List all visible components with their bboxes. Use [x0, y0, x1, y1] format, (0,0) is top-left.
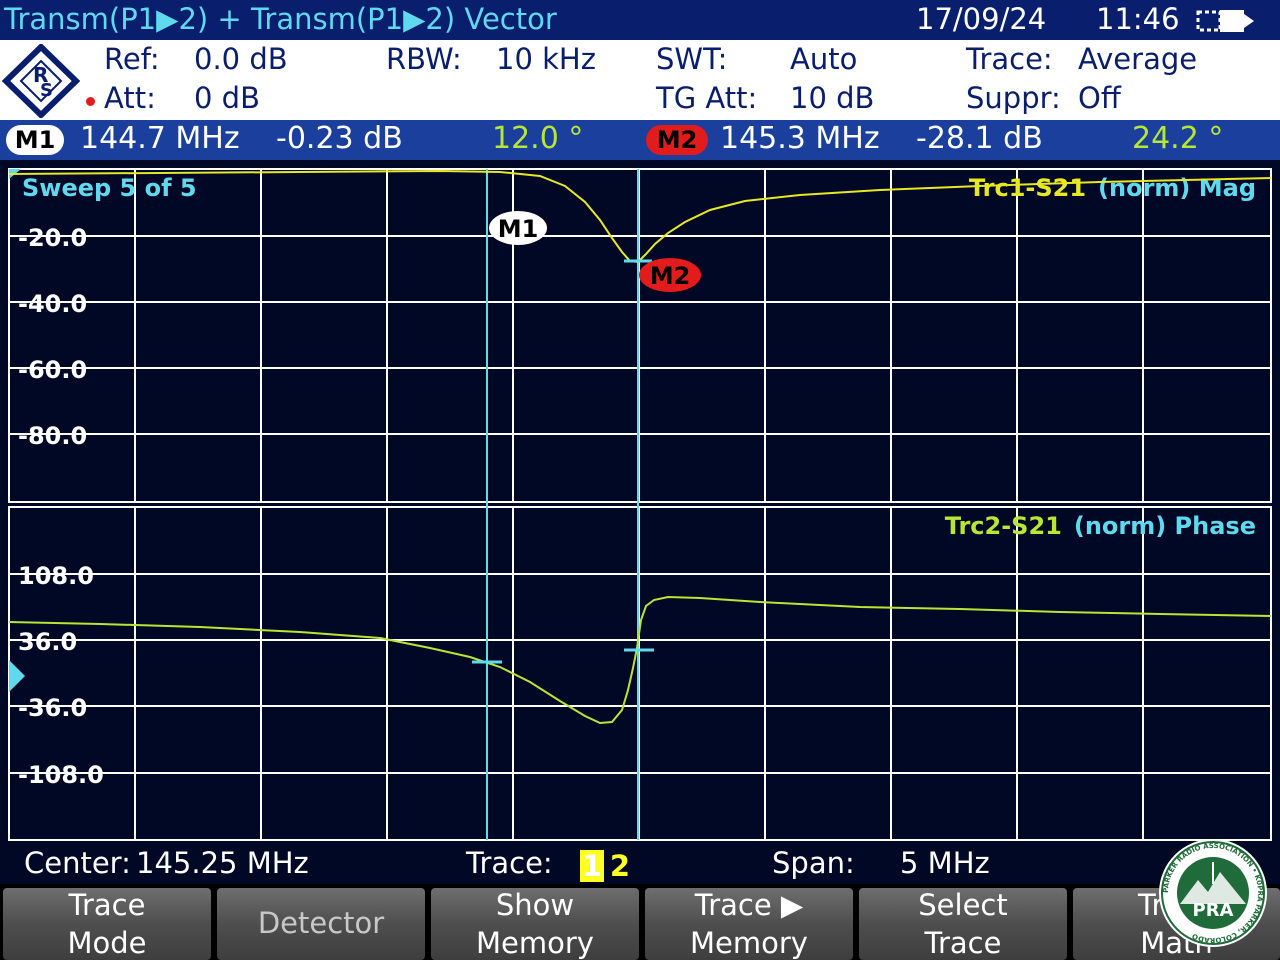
suppr-label: Suppr:	[966, 81, 1061, 115]
trace-to-memory-line-2: Memory	[690, 926, 808, 960]
marker-1-badge[interactable]: M1	[6, 125, 64, 155]
upper-diagram-grid	[8, 168, 1272, 503]
marker-2-phase: 24.2 °	[1132, 121, 1224, 156]
lower-y-label-1: 108.0	[18, 562, 94, 590]
upper-y-label-3: -60.0	[18, 356, 87, 384]
lower-trace-title-type: (norm) Phase	[1074, 512, 1256, 540]
trace-mode-softkey[interactable]: Trace Mode	[3, 888, 211, 960]
marker-2-magnitude: -28.1 dB	[916, 121, 1043, 156]
lower-trace-title-name: Trc2-S21	[945, 512, 1062, 540]
rbw-label: RBW:	[386, 42, 462, 76]
trace-2-indicator[interactable]: 2	[608, 850, 632, 882]
title-bar: Transm(P1▶2) + Transm(P1▶2) Vector 17/09…	[0, 0, 1280, 40]
measurement-title: Transm(P1▶2) + Transm(P1▶2) Vector	[4, 2, 557, 36]
marker-1-magnitude: -0.23 dB	[276, 121, 403, 156]
plot-svg[interactable]: -20.0 -40.0 -60.0 -80.0 108.0 36.0 -36.0…	[0, 160, 1280, 844]
att-value: 0 dB	[194, 81, 260, 115]
swt-label: SWT:	[656, 42, 728, 76]
select-trace-line-1: Select	[918, 888, 1008, 922]
lower-y-label-3: -36.0	[18, 694, 87, 722]
swt-value: Auto	[790, 42, 858, 76]
marker-readout-bar: M1 144.7 MHz -0.23 dB 12.0 ° M2 145.3 MH…	[0, 120, 1280, 160]
upper-y-label-4: -80.0	[18, 422, 87, 450]
select-trace-line-2: Trace	[924, 926, 1002, 960]
center-label: Center:	[24, 846, 131, 880]
upper-y-label-2: -40.0	[18, 290, 87, 318]
pra-logo-text: PRA	[1193, 900, 1234, 921]
marker-1-tag-label: M1	[498, 215, 539, 243]
settings-panel: R S Ref: 0.0 dB Att: 0 dB RBW: 10 kHz SW…	[0, 40, 1280, 120]
lower-y-label-2: 36.0	[18, 628, 77, 656]
att-indicator	[86, 97, 95, 106]
softkey-bar: Trace Mode Detector Show Memory Trace ▶ …	[0, 884, 1280, 960]
att-label: Att:	[104, 81, 156, 115]
sweep-counter: Sweep 5 of 5	[22, 174, 197, 202]
status-line: Center: 145.25 MHz Trace: 1 2 Span: 5 MH…	[0, 844, 1280, 884]
detector-label: Detector	[257, 906, 385, 940]
show-memory-line-1: Show	[495, 888, 575, 922]
marker-2-tag[interactable]: M2	[639, 258, 701, 292]
date-display: 17/09/24	[916, 2, 1047, 36]
marker-1-phase: 12.0 °	[492, 121, 584, 156]
tg-att-value: 10 dB	[790, 81, 875, 115]
suppr-value: Off	[1078, 81, 1121, 115]
tg-att-label: TG Att:	[656, 81, 758, 115]
span-value[interactable]: 5 MHz	[900, 846, 990, 880]
marker-1-frequency: 144.7 MHz	[80, 121, 240, 156]
lower-diagram-grid	[8, 506, 1272, 841]
lower-ref-triangle-icon	[9, 660, 25, 692]
pra-watermark-logo: PRA PARKER RADIO ASSOCIATION • K0PRA PAR…	[1159, 839, 1267, 947]
measurement-display[interactable]: -20.0 -40.0 -60.0 -80.0 108.0 36.0 -36.0…	[0, 160, 1280, 844]
marker-2-badge[interactable]: M2	[646, 125, 708, 155]
trace-to-memory-line-1: Trace ▶	[694, 888, 804, 922]
trace-mode-line-2: Mode	[67, 926, 147, 960]
trace-mode-value: Average	[1078, 42, 1198, 76]
show-memory-softkey[interactable]: Show Memory	[431, 888, 639, 960]
upper-trace-title-name: Trc1-S21	[969, 174, 1086, 202]
marker-2-tag-label: M2	[650, 262, 691, 290]
lower-y-label-4: -108.0	[18, 761, 104, 789]
lower-trace-title: Trc2-S21 (norm) Phase	[945, 512, 1256, 540]
marker-1-tag[interactable]: M1	[489, 211, 547, 245]
rbw-value: 10 kHz	[496, 42, 596, 76]
trace-mode-line-1: Trace	[68, 888, 146, 922]
ref-value: 0.0 dB	[194, 42, 288, 76]
upper-y-label-1: -20.0	[18, 224, 87, 252]
upper-trace-title: Trc1-S21 (norm) Mag	[969, 174, 1256, 202]
trace-1-indicator[interactable]: 1	[580, 850, 604, 882]
detector-softkey[interactable]: Detector	[217, 888, 425, 960]
svg-text:S: S	[40, 80, 53, 101]
trace-to-memory-softkey[interactable]: Trace ▶ Memory	[645, 888, 853, 960]
select-trace-softkey[interactable]: Select Trace	[859, 888, 1067, 960]
marker-2-frequency: 145.3 MHz	[720, 121, 880, 156]
span-label: Span:	[772, 846, 855, 880]
battery-icon	[1196, 10, 1254, 32]
trace-select-label: Trace:	[466, 846, 553, 880]
show-memory-line-2: Memory	[476, 926, 594, 960]
ref-label: Ref:	[104, 42, 160, 76]
rohde-schwarz-logo: R S	[2, 44, 80, 118]
center-frequency-value[interactable]: 145.25 MHz	[136, 846, 309, 880]
time-display: 11:46	[1096, 2, 1180, 36]
trace-mode-label: Trace:	[966, 42, 1053, 76]
